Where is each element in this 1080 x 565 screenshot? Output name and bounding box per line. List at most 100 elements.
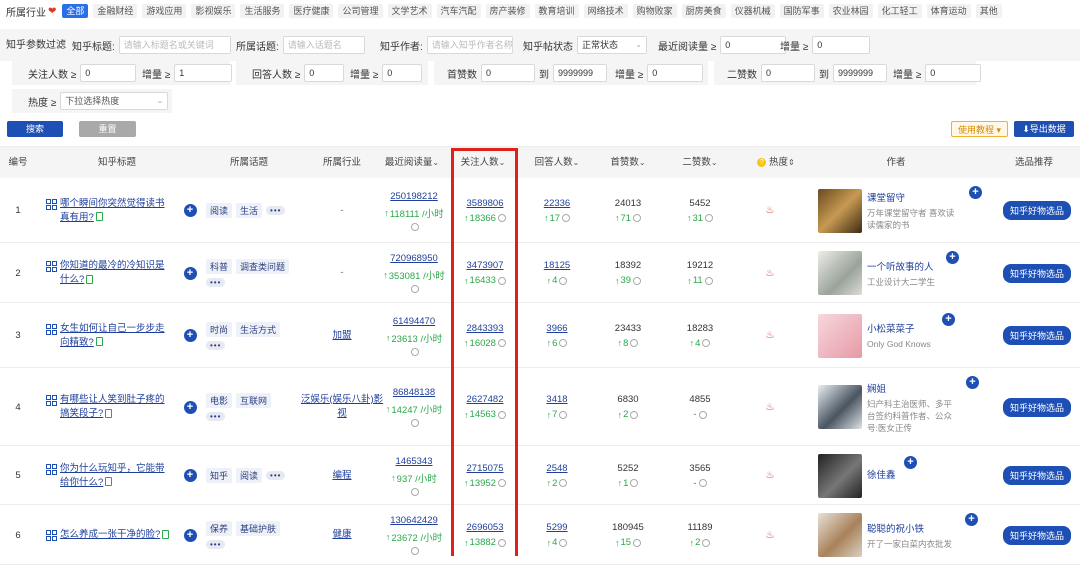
author-avatar[interactable] (818, 251, 862, 295)
add-topic-button[interactable]: + (183, 329, 197, 342)
follow-author-button[interactable]: + (942, 313, 955, 326)
followers-filter-input[interactable]: 0 (80, 64, 137, 82)
author-avatar[interactable] (818, 313, 862, 358)
more-topics-button[interactable]: ••• (206, 278, 226, 287)
second-likes-min-input[interactable]: 0 (761, 64, 815, 82)
heat-filter-select[interactable]: 下拉选择热度 ⌄ (60, 92, 169, 110)
follow-author-button[interactable]: + (946, 251, 959, 264)
industry-link[interactable]: 泛娱乐(娱乐八卦)影视 (300, 393, 384, 421)
industry-tag[interactable]: 厨房美食 (681, 4, 726, 18)
follow-author-button[interactable]: + (965, 513, 978, 526)
recent-reads-value[interactable]: 61494470 (393, 316, 435, 327)
second-likes-max-input[interactable]: 9999999 (833, 64, 887, 82)
header-answers[interactable]: 回答人数⌄ (522, 147, 592, 179)
answers-increase-input[interactable]: 0 (382, 64, 423, 82)
pick-product-button[interactable]: 知乎好物选品 (1002, 326, 1071, 345)
industry-tag[interactable]: 全部 (62, 4, 89, 18)
industry-tag[interactable]: 医疗健康 (289, 4, 334, 18)
industry-link[interactable]: 健康 (332, 528, 351, 542)
author-avatar[interactable] (818, 453, 862, 498)
answers-value[interactable]: 3966 (546, 323, 567, 334)
grid-icon[interactable] (46, 261, 57, 272)
more-topics-button[interactable]: ••• (266, 206, 286, 215)
industry-tag[interactable]: 国防军事 (779, 4, 824, 18)
recent-reads-increase-input[interactable]: 0 (812, 36, 871, 54)
question-title-link[interactable]: 怎么养成一张干净的脸? (60, 528, 170, 542)
followers-value[interactable]: 2627482 (467, 394, 504, 405)
industry-tag[interactable]: 仪器机械 (730, 4, 775, 18)
answers-value[interactable]: 2548 (546, 463, 567, 474)
status-filter-select[interactable]: 正常状态 ⌄ (577, 36, 647, 54)
topic-tag[interactable]: 时尚 (206, 321, 233, 337)
topic-tag[interactable]: 互联网 (236, 393, 272, 408)
recent-reads-value[interactable]: 250198212 (390, 191, 438, 202)
topic-tag[interactable]: 知乎 (206, 468, 233, 483)
author-avatar[interactable] (818, 385, 862, 429)
author-name[interactable]: 徐佳鑫 (867, 467, 959, 481)
pick-product-button[interactable]: 知乎好物选品 (1002, 263, 1071, 283)
followers-value[interactable]: 3473907 (467, 260, 504, 271)
grid-icon[interactable] (46, 463, 57, 475)
author-avatar[interactable] (818, 513, 862, 557)
header-followers[interactable]: 关注人数⌄ (450, 147, 516, 179)
title-filter-input[interactable]: 请输入标题名或关键词 (118, 36, 231, 54)
industry-tag[interactable]: 汽车汽配 (436, 4, 481, 18)
followers-increase-input[interactable]: 1 (174, 64, 233, 82)
add-topic-button[interactable]: + (183, 469, 197, 482)
more-topics-button[interactable]: ••• (266, 471, 286, 480)
grid-icon[interactable] (46, 198, 57, 210)
answers-value[interactable]: 18125 (544, 260, 570, 271)
industry-tag[interactable]: 其他 (975, 4, 1002, 18)
header-first-likes[interactable]: 首赞数⌄ (596, 147, 660, 179)
author-filter-input[interactable]: 请输入知乎作者名称 (426, 36, 513, 54)
follow-author-button[interactable]: + (969, 186, 982, 199)
industry-tag[interactable]: 化工轻工 (877, 4, 922, 18)
second-likes-increase-input[interactable]: 0 (925, 64, 982, 82)
topic-tag[interactable]: 调查类问题 (236, 259, 290, 274)
question-title-link[interactable]: 有哪些让人笑到肚子疼的搞笑段子? (60, 393, 170, 421)
industry-tag[interactable]: 公司管理 (338, 4, 383, 18)
industry-tag[interactable]: 文学艺术 (387, 4, 432, 18)
guide-button[interactable]: 使用教程 ▾ (951, 121, 1008, 137)
answers-value[interactable]: 22336 (544, 198, 570, 209)
grid-icon[interactable] (46, 395, 57, 406)
topic-tag[interactable]: 科普 (206, 259, 233, 274)
export-button[interactable]: ⬇导出数据 (1014, 121, 1074, 137)
recent-reads-input[interactable]: 0 (720, 36, 787, 54)
add-topic-button[interactable]: + (183, 528, 197, 542)
topic-tag[interactable]: 保养 (206, 521, 233, 536)
header-heat[interactable]: ? 热度⇕ (744, 147, 808, 179)
search-button[interactable]: 搜索 (7, 121, 63, 137)
topic-tag[interactable]: 生活方式 (236, 321, 281, 337)
grid-icon[interactable] (46, 323, 57, 335)
first-likes-increase-input[interactable]: 0 (647, 64, 704, 82)
answers-value[interactable]: 5299 (546, 522, 567, 533)
industry-tag[interactable]: 教育培训 (534, 4, 579, 18)
header-second-likes[interactable]: 二赞数⌄ (666, 147, 734, 179)
industry-tag[interactable]: 房产装修 (485, 4, 530, 18)
author-avatar[interactable] (818, 188, 862, 233)
pick-product-button[interactable]: 知乎好物选品 (1002, 397, 1071, 417)
industry-link[interactable]: 编程 (332, 469, 351, 483)
topic-tag[interactable]: 阅读 (236, 468, 263, 483)
industry-tag[interactable]: 网络技术 (583, 4, 628, 18)
industry-tag[interactable]: 体育运动 (926, 4, 971, 18)
answers-filter-input[interactable]: 0 (304, 64, 345, 82)
industry-tag[interactable]: 生活服务 (240, 4, 285, 18)
followers-value[interactable]: 3589806 (467, 198, 504, 209)
question-title-link[interactable]: 你知道的最冷的冷知识是什么? (60, 259, 170, 287)
pick-product-button[interactable]: 知乎好物选品 (1002, 466, 1071, 485)
question-title-link[interactable]: 你为什么玩知乎，它能带给你什么? (60, 462, 170, 490)
recent-reads-value[interactable]: 720968950 (390, 253, 438, 264)
author-name[interactable]: 聪聪的祝小铁 (867, 521, 959, 535)
author-name[interactable]: 课堂留守 (867, 190, 959, 204)
topic-tag[interactable]: 阅读 (206, 203, 233, 218)
followers-value[interactable]: 2715075 (467, 463, 504, 474)
author-name[interactable]: 一个听故事的人 (867, 259, 959, 273)
add-topic-button[interactable]: + (183, 204, 197, 217)
followers-value[interactable]: 2696053 (467, 522, 504, 533)
answers-value[interactable]: 3418 (546, 394, 567, 405)
author-name[interactable]: 娴姐 (867, 381, 959, 395)
topic-filter-input[interactable]: 请输入话题名 (282, 36, 365, 54)
recent-reads-value[interactable]: 86848138 (393, 387, 435, 398)
